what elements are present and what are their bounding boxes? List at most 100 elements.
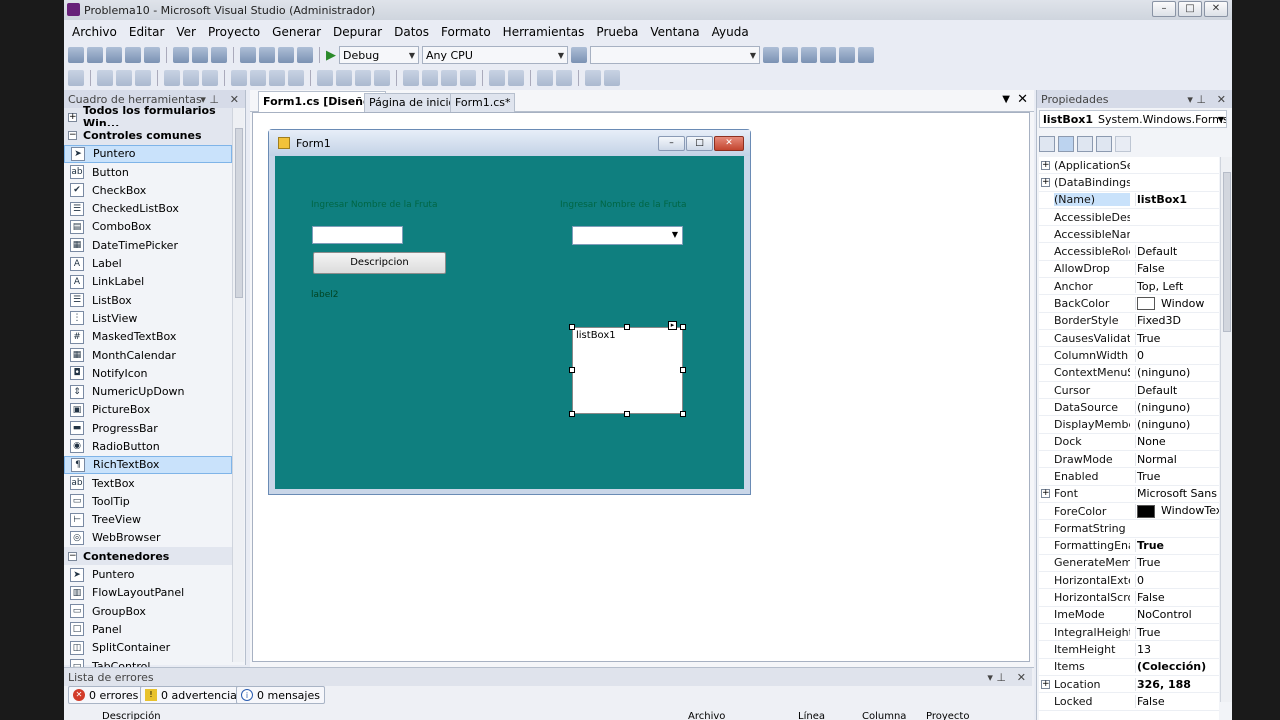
copy-icon[interactable]: [192, 47, 208, 63]
toolbox-item-radiobutton[interactable]: ◉ RadioButton: [64, 437, 232, 455]
toolbox-item-progressbar[interactable]: ▬ ProgressBar: [64, 419, 232, 437]
property-pages-icon[interactable]: [1115, 136, 1131, 152]
toolbox-group[interactable]: + Todos los formularios Win...: [64, 104, 232, 130]
form1-window[interactable]: Form1 – □ ✕ Ingresar Nombre de la Fruta …: [268, 129, 751, 495]
property-value[interactable]: Normal: [1135, 452, 1219, 466]
make-same-height-icon[interactable]: [269, 70, 285, 86]
property-row[interactable]: Locked False: [1039, 693, 1219, 711]
remove-horizontal-spacing-icon[interactable]: [374, 70, 390, 86]
property-value[interactable]: False: [1135, 262, 1219, 276]
remove-vertical-spacing-icon[interactable]: [460, 70, 476, 86]
property-row[interactable]: HorizontalExten 0: [1039, 572, 1219, 590]
form-body[interactable]: Ingresar Nombre de la Fruta Ingresar Nom…: [275, 156, 744, 489]
property-value[interactable]: True: [1135, 539, 1219, 553]
toolbox-item-richtextbox[interactable]: ¶ RichTextBox: [64, 455, 232, 474]
toolbox-item-treeview[interactable]: ⊢ TreeView: [64, 511, 232, 529]
property-value[interactable]: (Colección): [1135, 660, 1219, 674]
property-row[interactable]: Dock None: [1039, 434, 1219, 452]
property-row[interactable]: DisplayMember (ninguno): [1039, 416, 1219, 434]
property-row[interactable]: AccessibleName: [1039, 226, 1219, 244]
property-row[interactable]: DataSource (ninguno): [1039, 399, 1219, 417]
collapse-icon[interactable]: −: [68, 551, 77, 561]
property-row[interactable]: + Font Microsoft Sans Se: [1039, 486, 1219, 503]
center-horizontally-icon[interactable]: [489, 70, 505, 86]
object-browser-icon[interactable]: [801, 47, 817, 63]
property-value[interactable]: Default: [1135, 383, 1219, 397]
property-value[interactable]: 13: [1135, 642, 1219, 656]
property-value[interactable]: Fixed3D: [1135, 314, 1219, 328]
property-row[interactable]: ItemHeight 13: [1039, 641, 1219, 659]
label-fruit-combo[interactable]: Ingresar Nombre de la Fruta: [560, 200, 686, 210]
fruit-combobox[interactable]: ▼: [572, 226, 683, 245]
cut-icon[interactable]: [173, 47, 189, 63]
menu-herramientas[interactable]: Herramientas: [503, 25, 585, 39]
toolbox-item-numericupdown[interactable]: ⇕ NumericUpDown: [64, 382, 232, 400]
resize-handle[interactable]: [624, 324, 630, 330]
properties-icon[interactable]: [1077, 136, 1093, 152]
close-button[interactable]: ✕: [1204, 1, 1228, 17]
property-value[interactable]: 0: [1135, 348, 1219, 362]
align-to-grid-icon[interactable]: [68, 70, 84, 86]
events-icon[interactable]: [1096, 136, 1112, 152]
toolbox-item-linklabel[interactable]: A LinkLabel: [64, 273, 232, 291]
menu-editar[interactable]: Editar: [129, 25, 165, 39]
menu-depurar[interactable]: Depurar: [333, 25, 382, 39]
property-value[interactable]: True: [1135, 331, 1219, 345]
messages-filter-button[interactable]: i 0 mensajes: [236, 686, 325, 704]
property-value[interactable]: Window: [1135, 296, 1219, 311]
toolbox-item-monthcalendar[interactable]: ▦ MonthCalendar: [64, 346, 232, 364]
property-row[interactable]: (Name) listBox1: [1039, 192, 1219, 209]
center-vertically-icon[interactable]: [508, 70, 524, 86]
property-value[interactable]: (ninguno): [1135, 400, 1219, 414]
property-value[interactable]: (ninguno): [1135, 366, 1219, 380]
menu-ventana[interactable]: Ventana: [650, 25, 699, 39]
property-value[interactable]: Default: [1135, 245, 1219, 259]
save-icon[interactable]: [125, 47, 141, 63]
toolbox-item-combobox[interactable]: ▤ ComboBox: [64, 218, 232, 236]
property-value[interactable]: False: [1135, 591, 1219, 605]
resize-handle[interactable]: [569, 324, 575, 330]
toolbox-item-panel[interactable]: □ Panel: [64, 620, 232, 638]
resize-handle[interactable]: [680, 324, 686, 330]
property-value[interactable]: False: [1135, 694, 1219, 708]
toolbox-item-puntero[interactable]: ➤ Puntero: [64, 565, 232, 583]
solution-explorer-icon[interactable]: [763, 47, 779, 63]
maximize-button[interactable]: □: [1178, 1, 1202, 17]
property-row[interactable]: Enabled True: [1039, 468, 1219, 486]
expand-icon[interactable]: +: [1041, 160, 1050, 170]
menu-generar[interactable]: Generar: [272, 25, 321, 39]
toolbox-scrollbar[interactable]: [232, 108, 244, 662]
resize-handle[interactable]: [680, 367, 686, 373]
toolbox-item-notifyicon[interactable]: ◘ NotifyIcon: [64, 364, 232, 382]
start-debugging-icon[interactable]: ▶: [326, 48, 336, 63]
property-row[interactable]: IntegralHeight True: [1039, 624, 1219, 642]
toolbox-item-datetimepicker[interactable]: ▦ DateTimePicker: [64, 236, 232, 254]
collapse-icon[interactable]: −: [68, 130, 77, 140]
resize-handle[interactable]: [569, 411, 575, 417]
property-row[interactable]: AccessibleDescr: [1039, 209, 1219, 227]
align-tops-icon[interactable]: [164, 70, 180, 86]
open-file-icon[interactable]: [106, 47, 122, 63]
alphabetical-icon[interactable]: [1058, 136, 1074, 152]
property-value[interactable]: None: [1135, 435, 1219, 449]
property-row[interactable]: Cursor Default: [1039, 382, 1219, 400]
property-row[interactable]: BackColor Window: [1039, 295, 1219, 313]
expand-icon[interactable]: +: [1041, 489, 1050, 499]
toolbox-item-puntero[interactable]: ➤ Puntero: [64, 144, 232, 163]
expand-icon[interactable]: +: [68, 112, 77, 122]
make-same-width-icon[interactable]: [231, 70, 247, 86]
make-same-size-icon[interactable]: [288, 70, 304, 86]
property-row[interactable]: + (ApplicationSett: [1039, 157, 1219, 175]
object-selector[interactable]: listBox1 System.Windows.Forms.Lis ▼: [1039, 110, 1227, 128]
column-file[interactable]: Archivo: [688, 711, 725, 720]
toolbox-item-listbox[interactable]: ☰ ListBox: [64, 291, 232, 309]
property-row[interactable]: AccessibleRole Default: [1039, 243, 1219, 261]
increase-vertical-spacing-icon[interactable]: [422, 70, 438, 86]
toolbox-item-button[interactable]: ab Button: [64, 163, 232, 181]
resize-handle[interactable]: [624, 411, 630, 417]
label1[interactable]: Ingresar Nombre de la Fruta: [311, 200, 437, 210]
column-description[interactable]: Descripción: [102, 711, 161, 720]
toolbox-item-listview[interactable]: ⋮ ListView: [64, 309, 232, 327]
solution-platform-dropdown[interactable]: Any CPU ▼: [422, 46, 568, 64]
toolbox-item-groupbox[interactable]: ▭ GroupBox: [64, 602, 232, 620]
